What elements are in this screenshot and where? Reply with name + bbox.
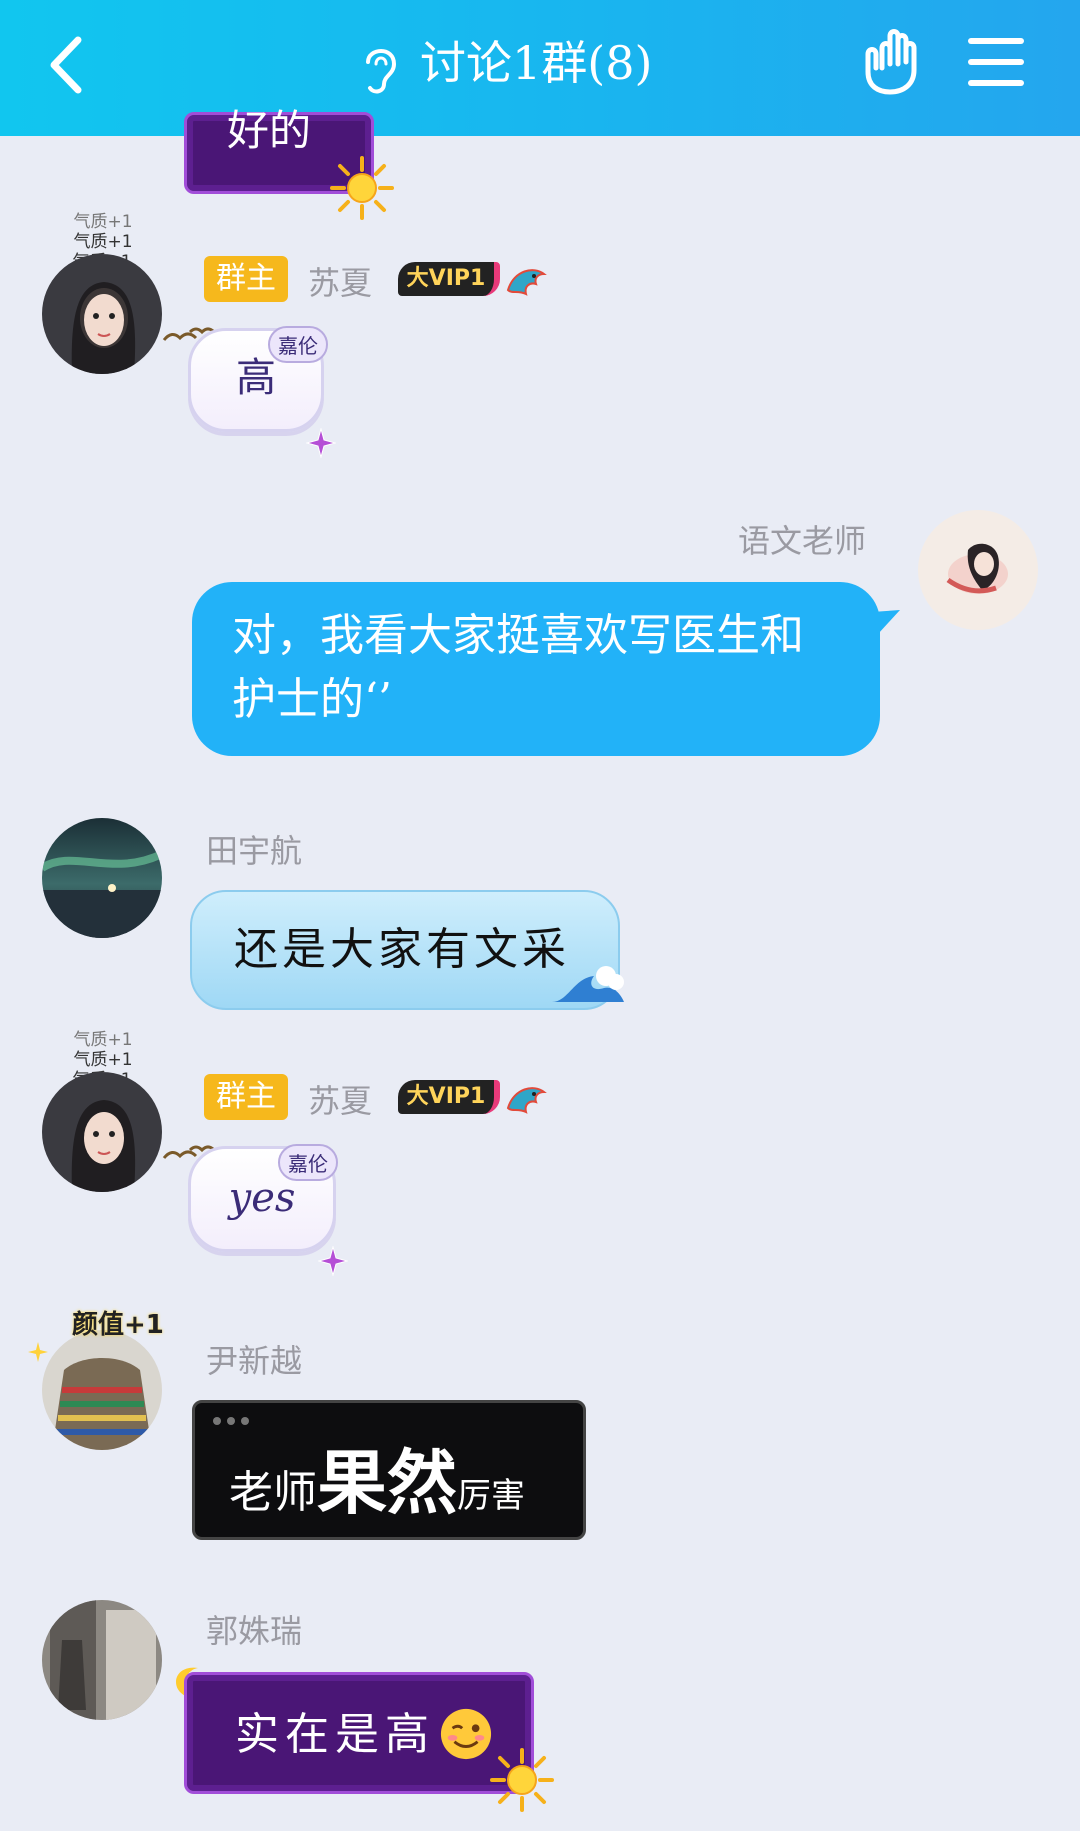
vip-badge: 大VIP1 [398, 262, 500, 296]
message-text: 还是大家有文采 [234, 924, 570, 975]
avatar[interactable] [42, 818, 162, 938]
avatar-tag: 颜值+1 [72, 1310, 164, 1340]
sparkle-star-icon [318, 1246, 348, 1276]
message-text: 对，我看大家挺喜欢写医生和护士的‘’ [232, 610, 804, 725]
avatar[interactable] [42, 254, 162, 374]
avatar[interactable] [42, 1600, 162, 1720]
chat-title: 讨论1群(8) [420, 36, 653, 90]
sender-name[interactable]: 尹新越 [206, 1336, 302, 1382]
sun-decoration-icon [330, 156, 394, 220]
avatar[interactable] [918, 510, 1038, 630]
avatar-tag: 气质+1 [73, 1050, 133, 1070]
bubble-tag: 嘉伦 [268, 326, 328, 363]
avatar[interactable] [42, 1330, 162, 1450]
vip-badge: 大VIP1 [398, 1080, 500, 1114]
chat-header: 讨论1群(8) [0, 0, 1080, 136]
avatar-tag: 气质+1 [73, 232, 133, 252]
sender-name[interactable]: 苏夏 [308, 258, 372, 304]
owner-badge: 群主 [204, 256, 288, 302]
sun-decoration-icon [490, 1748, 554, 1812]
hand-gesture-icon[interactable] [858, 28, 922, 98]
avatar[interactable] [42, 1072, 162, 1192]
message-text-part: 厉害 [457, 1476, 525, 1516]
message-text-part: 果然 [317, 1441, 457, 1524]
bubble-dots-icon [213, 1417, 249, 1425]
sender-name[interactable]: 郭姝瑞 [206, 1606, 302, 1652]
dragon-icon [506, 269, 547, 296]
sender-name[interactable]: 田宇航 [206, 826, 302, 872]
avatar-tag: 气质+1 [73, 1030, 133, 1050]
bubble-tail-icon [872, 610, 900, 634]
bubble-tag: 嘉伦 [278, 1144, 338, 1181]
sender-name[interactable]: 语文老师 [738, 516, 866, 562]
owner-badge: 群主 [204, 1074, 288, 1120]
message-text: 实在是高 [235, 1709, 435, 1760]
message-text-part: 老师 [229, 1467, 317, 1518]
wave-decoration-icon [552, 966, 624, 1002]
message-bubble[interactable]: 老师果然厉害 [192, 1400, 586, 1540]
back-arrow-icon[interactable] [38, 30, 98, 100]
menu-icon[interactable] [968, 34, 1024, 90]
sparkle-star-icon [306, 428, 336, 458]
message-text: 好的 [227, 106, 312, 155]
dragon-icon [506, 1087, 547, 1114]
sender-name[interactable]: 苏夏 [308, 1076, 372, 1122]
wink-emoji-icon [440, 1708, 492, 1760]
message-bubble[interactable]: 对，我看大家挺喜欢写医生和护士的‘’ [192, 582, 880, 756]
ear-icon [366, 49, 397, 94]
message-bubble[interactable]: 实在是高 [184, 1672, 534, 1794]
message-text: 老师果然厉害 [229, 1427, 525, 1528]
sparkle-icon [28, 1342, 48, 1362]
avatar-tag: 气质+1 [73, 212, 133, 232]
